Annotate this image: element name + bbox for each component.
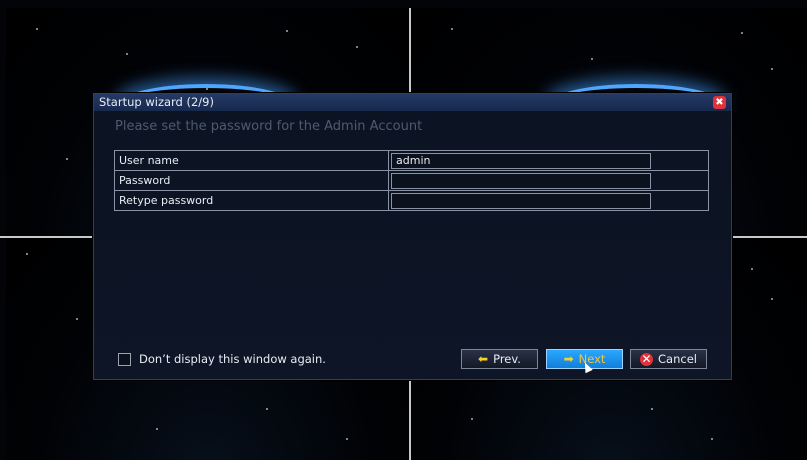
dont-show-again-row[interactable]: Don’t display this window again. — [118, 352, 326, 366]
table-row: User name — [114, 150, 709, 171]
credentials-table: User name Password Retype password — [114, 150, 709, 211]
dont-show-again-checkbox[interactable] — [118, 352, 131, 366]
prev-button-label: Prev. — [493, 352, 521, 366]
right-arrow-icon: ➡ — [563, 352, 574, 366]
left-arrow-icon: ⬅ — [478, 352, 489, 366]
table-row: Retype password — [114, 190, 709, 211]
username-field[interactable] — [391, 152, 651, 169]
dialog-titlebar[interactable]: Startup wizard (2/9) ✖ — [94, 94, 731, 111]
retype-password-label: Retype password — [114, 190, 389, 211]
username-label: User name — [114, 150, 389, 171]
table-row: Password — [114, 170, 709, 191]
close-icon[interactable]: ✖ — [713, 96, 726, 109]
close-circle-icon: ✕ — [640, 351, 654, 366]
password-label: Password — [114, 170, 389, 191]
cancel-button-label: Cancel — [658, 352, 697, 366]
cancel-button[interactable]: ✕ Cancel — [630, 349, 707, 369]
password-field[interactable] — [391, 172, 651, 189]
prev-button[interactable]: ⬅ Prev. — [461, 349, 538, 369]
dialog-title: Startup wizard (2/9) — [99, 95, 214, 109]
startup-wizard-dialog: Startup wizard (2/9) ✖ Please set the pa… — [93, 93, 732, 380]
dont-show-again-label: Don’t display this window again. — [139, 352, 326, 366]
retype-password-field[interactable] — [391, 192, 651, 209]
dialog-subtitle: Please set the password for the Admin Ac… — [115, 119, 423, 134]
